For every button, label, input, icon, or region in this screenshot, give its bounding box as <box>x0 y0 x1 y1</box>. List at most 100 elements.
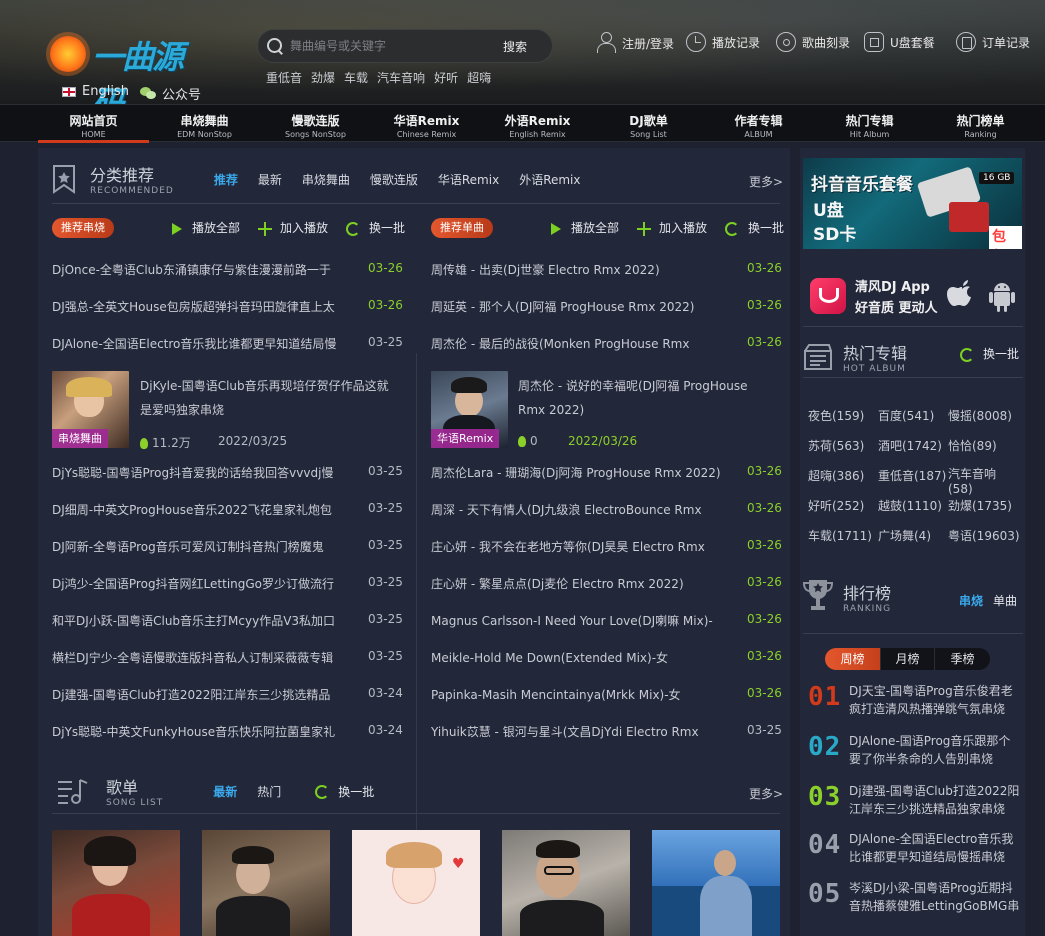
tab-nonstop[interactable]: 串烧 <box>959 592 983 609</box>
album-category[interactable]: 粤语(19603) <box>948 527 1020 544</box>
apple-icon[interactable] <box>946 279 978 313</box>
featured-title[interactable]: 周杰伦 - 说好的幸福呢(DJ阿福 ProgHouse Rmx 2022) <box>518 374 768 420</box>
songlist-refresh-button[interactable]: 换一批 <box>315 783 374 800</box>
hot-keyword[interactable]: 超嗨 <box>467 69 491 86</box>
album-category[interactable]: 苏荷(563) <box>808 437 864 454</box>
refresh-button[interactable]: 换一批 <box>346 219 405 236</box>
songlist-card[interactable]: ♥ <box>352 830 480 936</box>
hot-keyword[interactable]: 劲爆 <box>311 69 335 86</box>
play-all-button[interactable]: 播放全部 <box>172 219 240 236</box>
nav-english-remix[interactable]: 外语Remix English Remix <box>482 105 593 143</box>
hot-keyword[interactable]: 车载 <box>344 69 368 86</box>
tab-slow[interactable]: 慢歌连版 <box>370 171 418 188</box>
tab-edm[interactable]: 串烧舞曲 <box>302 171 350 188</box>
list-item[interactable]: Dj鸿少-全国语Prog抖音网红LettingGo罗少订做流行 <box>52 575 342 593</box>
list-item[interactable]: Meikle-Hold Me Down(Extended Mix)-女 <box>431 649 721 667</box>
album-category[interactable]: 恰恰(89) <box>948 437 997 454</box>
list-item[interactable]: 周杰伦Lara - 珊瑚海(Dj阿海 ProgHouse Rmx 2022) <box>431 464 721 482</box>
list-item[interactable]: DjOnce-全粤语Club东涌镇康仔与紫佳漫漫前路一于 <box>52 261 342 279</box>
period-week[interactable]: 周榜 <box>825 648 880 670</box>
album-category[interactable]: 汽车音响(58) <box>948 467 1008 497</box>
album-category[interactable]: 百度(541) <box>878 407 934 424</box>
list-item[interactable]: Papinka-Masih Mencintainya(Mrkk Mix)-女 <box>431 686 721 704</box>
songlist-more-link[interactable]: 更多> <box>749 785 783 802</box>
nav-hit-album[interactable]: 热门专辑 Hit Album <box>814 105 925 143</box>
album-category[interactable]: 越鼓(1110) <box>878 497 942 514</box>
featured-cover-image[interactable]: 华语Remix <box>431 371 508 448</box>
recommend-more-link[interactable]: 更多> <box>749 173 783 190</box>
ranking-item[interactable]: 02 DJAlone-国语Prog音乐跟那个要了你半条命的人告别串烧 <box>803 732 1023 772</box>
songlist-card[interactable] <box>202 830 330 936</box>
list-item[interactable]: DjYs聪聪-国粤语Prog抖音爱我的话给我回答vvvdj慢 <box>52 464 342 482</box>
orders-link[interactable]: 订单记录 <box>956 32 1030 52</box>
list-item[interactable]: 周传雄 - 出卖(Dj世豪 Electro Rmx 2022) <box>431 261 721 279</box>
nav-edm-nonstop[interactable]: 串烧舞曲 EDM NonStop <box>149 105 260 143</box>
search-input[interactable] <box>290 39 495 53</box>
album-category[interactable]: 慢摇(8008) <box>948 407 1012 424</box>
featured-title[interactable]: DjKyle-国粤语Club音乐再现培仔贺仔作品这就是爱吗独家串烧 <box>140 374 390 420</box>
album-category[interactable]: 酒吧(1742) <box>878 437 942 454</box>
ranking-item[interactable]: 01 DJ天宝-国粤语Prog音乐俊君老疯打造清风热播弹跳气氛串烧 <box>803 682 1023 722</box>
album-category[interactable]: 车载(1711) <box>808 527 872 544</box>
list-item[interactable]: 周杰伦 - 最后的战役(Monken ProgHouse Rmx <box>431 335 721 353</box>
tab-hot[interactable]: 热门 <box>257 783 281 800</box>
list-item[interactable]: DJAlone-全国语Electro音乐我比谁都更早知道结局慢 <box>52 335 342 353</box>
tab-chinese-remix[interactable]: 华语Remix <box>438 171 499 188</box>
tab-latest[interactable]: 最新 <box>213 783 237 800</box>
list-item[interactable]: Magnus Carlsson-I Need Your Love(DJ喇嘛 Mi… <box>431 612 721 630</box>
play-all-button[interactable]: 播放全部 <box>551 219 619 236</box>
list-item[interactable]: 周延英 - 那个人(DJ阿福 ProgHouse Rmx 2022) <box>431 298 721 316</box>
list-item[interactable]: Dj建强-国粤语Club打造2022阳江岸东三少挑选精品 <box>52 686 342 704</box>
usb-package-ad-banner[interactable]: 抖音音乐套餐 U盘 SD卡 16 GB 包邮 <box>803 158 1022 249</box>
add-play-button[interactable]: 加入播放 <box>258 219 328 236</box>
list-item[interactable]: DjYs聪聪-中英文FunkyHouse音乐快乐阿拉菌皇家礼 <box>52 723 342 741</box>
search-button[interactable]: 搜索 <box>503 38 527 55</box>
list-item[interactable]: Yihuik苡慧 - 银河与星斗(文昌DjYdi Electro Rmx <box>431 723 721 741</box>
album-category[interactable]: 好听(252) <box>808 497 864 514</box>
app-promo[interactable]: 清风DJ App 好音质 更动人 <box>810 276 1020 316</box>
nav-songs-nonstop[interactable]: 慢歌连版 Songs NonStop <box>260 105 371 143</box>
tab-latest[interactable]: 最新 <box>258 171 282 188</box>
nav-ranking[interactable]: 热门榜单 Ranking <box>925 105 1036 143</box>
list-item[interactable]: 周深 - 天下有情人(DJ九级浪 ElectroBounce Rmx <box>431 501 721 519</box>
list-item[interactable]: 庄心妍 - 繁星点点(Dj麦伦 Electro Rmx 2022) <box>431 575 721 593</box>
hot-keyword[interactable]: 好听 <box>434 69 458 86</box>
play-history-link[interactable]: 播放记录 <box>686 32 760 52</box>
add-play-button[interactable]: 加入播放 <box>637 219 707 236</box>
nav-album[interactable]: 作者专辑 ALBUM <box>703 105 814 143</box>
featured-cover-image[interactable]: 串烧舞曲 <box>52 371 129 448</box>
songlist-card[interactable] <box>652 830 780 936</box>
list-item[interactable]: DJ细周-中英文ProgHouse音乐2022飞花皇家礼炮包 <box>52 501 342 519</box>
period-quarter[interactable]: 季榜 <box>935 648 990 670</box>
tab-recommend[interactable]: 推荐 <box>214 171 238 188</box>
album-category[interactable]: 超嗨(386) <box>808 467 864 484</box>
site-logo[interactable]: 一曲源码 <box>46 30 211 104</box>
nav-song-list[interactable]: DJ歌单 Song List <box>593 105 704 143</box>
album-category[interactable]: 重低音(187) <box>878 467 946 484</box>
android-icon[interactable] <box>986 279 1018 313</box>
hot-album-refresh-button[interactable]: 换一批 <box>960 345 1019 362</box>
burn-songs-link[interactable]: 歌曲刻录 <box>776 32 850 52</box>
songlist-card[interactable] <box>502 830 630 936</box>
login-link[interactable]: 注册/登录 <box>596 32 674 54</box>
list-item[interactable]: DJ阿新-全粤语Prog音乐可爱风订制抖音热门榜魔鬼 <box>52 538 342 556</box>
album-category[interactable]: 劲爆(1735) <box>948 497 1012 514</box>
period-month[interactable]: 月榜 <box>880 648 935 670</box>
ranking-item[interactable]: 03 Dj建强-国粤语Club打造2022阳江岸东三少挑选精品独家串烧 <box>803 782 1023 822</box>
nav-chinese-remix[interactable]: 华语Remix Chinese Remix <box>371 105 482 143</box>
ranking-item[interactable]: 05 岑溪DJ小梁-国粤语Prog近期抖音热播蔡健雅LettingGoBMG串 <box>803 879 1023 919</box>
wechat-link[interactable]: 公众号 <box>140 84 201 103</box>
hot-keyword[interactable]: 重低音 <box>266 69 302 86</box>
refresh-button[interactable]: 换一批 <box>725 219 784 236</box>
tab-english-remix[interactable]: 外语Remix <box>519 171 580 188</box>
album-category[interactable]: 广场舞(4) <box>878 527 931 544</box>
ranking-item[interactable]: 04 DJAlone-全国语Electro音乐我比谁都更早知道结局慢摇串烧 <box>803 830 1023 870</box>
hot-keyword[interactable]: 汽车音响 <box>377 69 425 86</box>
album-category[interactable]: 夜色(159) <box>808 407 864 424</box>
list-item[interactable]: 横栏DJ宁少-全粤语慢歌连版抖音私人订制采薇薇专辑 <box>52 649 342 667</box>
songlist-card[interactable] <box>52 830 180 936</box>
list-item[interactable]: 庄心妍 - 我不会在老地方等你(DJ昊昊 Electro Rmx <box>431 538 721 556</box>
tab-single[interactable]: 单曲 <box>993 592 1017 609</box>
language-switch[interactable]: English <box>62 84 129 99</box>
list-item[interactable]: DJ强总-全英文House包房版超弹抖音玛田旋律直上太 <box>52 298 342 316</box>
